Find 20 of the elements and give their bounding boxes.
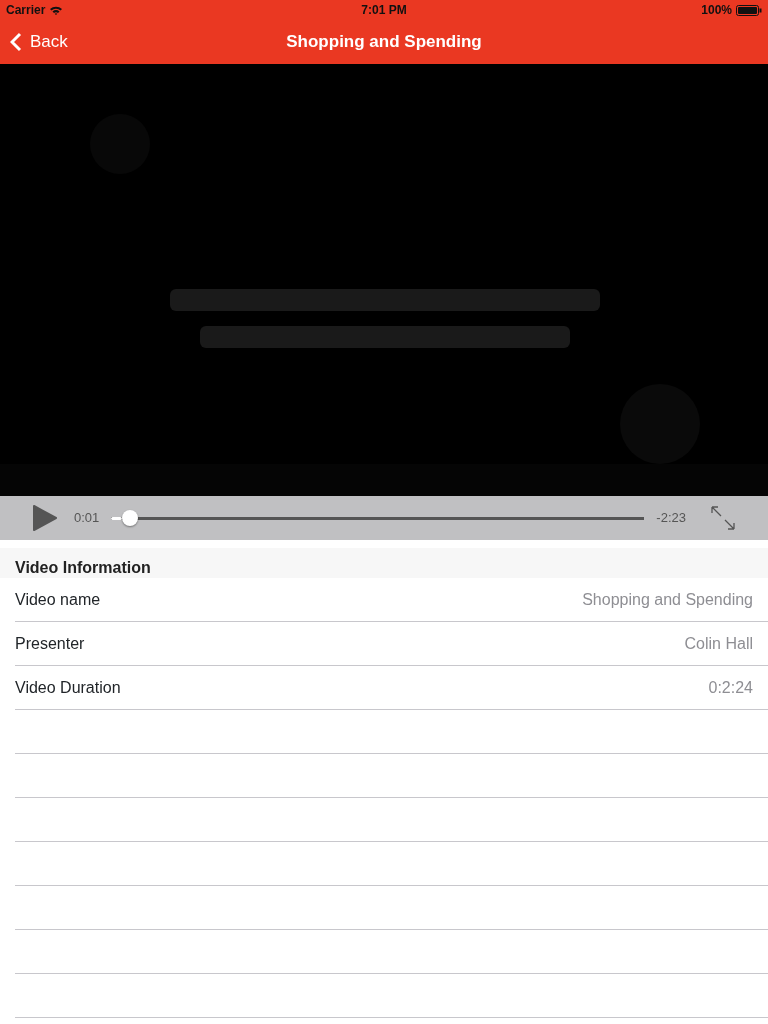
- row-label: Video name: [15, 589, 101, 610]
- row-label: Presenter: [15, 633, 85, 654]
- elapsed-time: 0:01: [74, 509, 100, 528]
- carrier-label: Carrier: [6, 2, 46, 19]
- slider-thumb[interactable]: [121, 510, 138, 526]
- battery-percent: 100%: [701, 2, 732, 19]
- clock-time: 7:01 PM: [361, 2, 407, 19]
- row-value: Colin Hall: [684, 633, 753, 654]
- back-button[interactable]: Back: [0, 29, 68, 55]
- row-label: Video Duration: [15, 677, 121, 698]
- screen-title: Shopping and Spending: [286, 31, 482, 54]
- row-value: 0:2:24: [708, 677, 753, 698]
- battery-icon: [736, 4, 762, 16]
- section-header: Video Information: [0, 548, 768, 578]
- remaining-time: -2:23: [656, 509, 686, 528]
- row-value: Shopping and Spending: [582, 589, 753, 610]
- play-button[interactable]: [32, 505, 58, 531]
- wifi-icon: [49, 5, 64, 15]
- fullscreen-icon[interactable]: [710, 505, 736, 531]
- chevron-left-icon: [10, 32, 22, 52]
